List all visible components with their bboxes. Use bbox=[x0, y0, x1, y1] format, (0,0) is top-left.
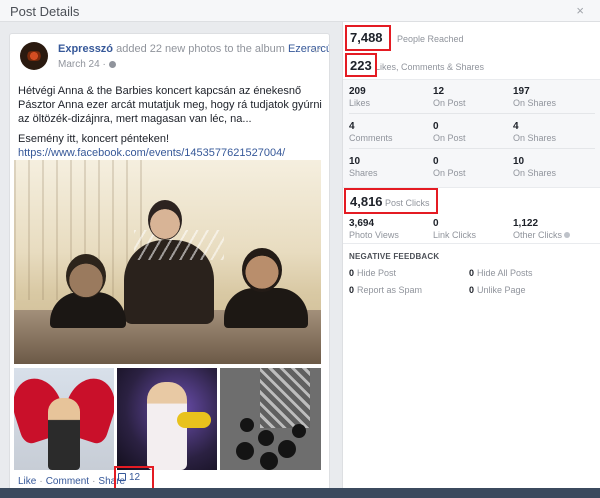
stat-shares: 10 Shares bbox=[349, 156, 378, 179]
people-reached-label: People Reached bbox=[397, 34, 464, 44]
post-body: Hétvégi Anna & the Barbies koncert kapcs… bbox=[18, 84, 322, 160]
stat-comments-on-shares-value: 4 bbox=[513, 121, 519, 132]
post-clicks-highlight bbox=[344, 188, 438, 214]
neg-hide-all-posts-value: 0 bbox=[469, 268, 475, 278]
stat-comments-on-post-label: On Post bbox=[433, 133, 466, 143]
stat-shares-on-shares-label: On Shares bbox=[513, 168, 557, 178]
close-icon[interactable]: × bbox=[576, 3, 584, 18]
stat-likes-value: 209 bbox=[349, 86, 366, 97]
stat-photo-views: 3,694 Photo Views bbox=[349, 218, 399, 241]
neg-unlike-page-label: Unlike Page bbox=[477, 285, 526, 295]
stat-shares-on-post-value: 0 bbox=[433, 156, 439, 167]
engagement-highlight bbox=[345, 53, 377, 77]
stat-likes: 209 Likes bbox=[349, 86, 370, 109]
stat-comments-on-shares: 4 On Shares bbox=[513, 121, 556, 144]
post-header: Expresszó added 22 new photos to the alb… bbox=[20, 41, 329, 72]
page-avatar[interactable] bbox=[20, 42, 48, 70]
neg-hide-post-label: Hide Post bbox=[357, 268, 397, 278]
photo-thumb-3[interactable] bbox=[220, 368, 321, 470]
stat-shares-label: Shares bbox=[349, 168, 378, 178]
stat-other-clicks-label: Other Clicks bbox=[513, 230, 571, 241]
stat-photo-views-label: Photo Views bbox=[349, 230, 399, 240]
post-author-line: Expresszó added 22 new photos to the alb… bbox=[58, 43, 329, 55]
stat-likes-on-shares: 197 On Shares bbox=[513, 86, 556, 109]
stat-shares-on-post: 0 On Post bbox=[433, 156, 466, 179]
stat-shares-on-shares: 10 On Shares bbox=[513, 156, 556, 179]
post-date[interactable]: March 24 · bbox=[58, 59, 116, 70]
neg-report-spam: 0 Report as Spam bbox=[349, 285, 422, 295]
negative-feedback-title: NEGATIVE FEEDBACK bbox=[349, 252, 440, 261]
stat-likes-label: Likes bbox=[349, 98, 371, 108]
neg-hide-all-posts: 0 Hide All Posts bbox=[469, 268, 533, 278]
stat-comments-value: 4 bbox=[349, 121, 355, 132]
neg-hide-post: 0 Hide Post bbox=[349, 268, 396, 278]
engagement-breakdown: 209 Likes 12 On Post 197 On Shares 4 Com… bbox=[343, 80, 600, 188]
stat-shares-on-shares-value: 10 bbox=[513, 156, 525, 167]
neg-unlike-page-value: 0 bbox=[469, 285, 475, 295]
dialog-title: Post Details bbox=[10, 4, 80, 19]
neg-hide-post-value: 0 bbox=[349, 268, 355, 278]
page-name-link[interactable]: Expresszó bbox=[58, 43, 113, 55]
like-link[interactable]: Like bbox=[18, 476, 36, 487]
stat-comments-on-post: 0 On Post bbox=[433, 121, 466, 144]
post-paragraph-2: Esemény itt, koncert pénteken! bbox=[18, 133, 170, 145]
stat-comments-on-shares-label: On Shares bbox=[513, 133, 557, 143]
event-link[interactable]: https://www.facebook.com/events/14535776… bbox=[18, 147, 285, 159]
globe-icon bbox=[108, 61, 116, 68]
dialog-header: Post Details × bbox=[0, 0, 600, 22]
post-pane: Expresszó added 22 new photos to the alb… bbox=[0, 22, 342, 498]
post-paragraph-1: Hétvégi Anna & the Barbies koncert kapcs… bbox=[18, 85, 322, 125]
stat-link-clicks: 0 Link Clicks bbox=[433, 218, 476, 241]
people-reached-highlight bbox=[345, 25, 391, 51]
stat-comments-on-post-value: 0 bbox=[433, 121, 439, 132]
post-date-text: March 24 · bbox=[58, 59, 106, 70]
stat-comments-label: Comments bbox=[349, 133, 393, 143]
stat-shares-value: 10 bbox=[349, 156, 361, 167]
post-card: Expresszó added 22 new photos to the alb… bbox=[9, 33, 330, 498]
photo-thumb-1[interactable] bbox=[14, 368, 114, 470]
stat-other-clicks: 1,122 Other Clicks bbox=[513, 218, 571, 241]
stat-other-clicks-label-text: Other Clicks bbox=[513, 230, 563, 240]
post-clicks-section: 4,816 Post Clicks 3,694 Photo Views 0 Li… bbox=[343, 188, 600, 244]
post-action-text: added 22 new photos to the album bbox=[116, 43, 285, 55]
stat-link-clicks-value: 0 bbox=[433, 218, 439, 229]
divider bbox=[349, 148, 595, 149]
stat-likes-on-shares-label: On Shares bbox=[513, 98, 557, 108]
stat-shares-on-post-label: On Post bbox=[433, 168, 466, 178]
album-link[interactable]: Ezerarcú Anna bbox=[288, 43, 329, 55]
stat-link-clicks-label: Link Clicks bbox=[433, 230, 477, 240]
reach-section: 7,488 People Reached 223 Likes, Comments… bbox=[343, 22, 600, 80]
stat-likes-on-shares-value: 197 bbox=[513, 86, 530, 97]
stat-other-clicks-value: 1,122 bbox=[513, 218, 539, 229]
stat-photo-views-value: 3,694 bbox=[349, 218, 375, 229]
photo-main[interactable] bbox=[14, 160, 321, 364]
negative-feedback-section: NEGATIVE FEEDBACK 0 Hide Post 0 Hide All P… bbox=[343, 244, 600, 304]
photo-thumb-2[interactable] bbox=[117, 368, 217, 470]
neg-hide-all-posts-label: Hide All Posts bbox=[477, 268, 533, 278]
bottom-bar bbox=[0, 488, 600, 498]
info-icon[interactable] bbox=[564, 232, 571, 238]
engagement-label: Likes, Comments & Shares bbox=[375, 62, 485, 72]
divider bbox=[349, 113, 595, 114]
comment-link[interactable]: Comment bbox=[46, 476, 89, 487]
neg-report-spam-value: 0 bbox=[349, 285, 355, 295]
stat-likes-on-post: 12 On Post bbox=[433, 86, 466, 109]
stat-likes-on-post-value: 12 bbox=[433, 86, 445, 97]
insights-pane: 7,488 People Reached 223 Likes, Comments… bbox=[342, 22, 600, 498]
neg-report-spam-label: Report as Spam bbox=[357, 285, 423, 295]
stat-comments: 4 Comments bbox=[349, 121, 393, 144]
post-actions: Like · Comment · Share bbox=[18, 476, 126, 487]
neg-unlike-page: 0 Unlike Page bbox=[469, 285, 526, 295]
stat-likes-on-post-label: On Post bbox=[433, 98, 466, 108]
